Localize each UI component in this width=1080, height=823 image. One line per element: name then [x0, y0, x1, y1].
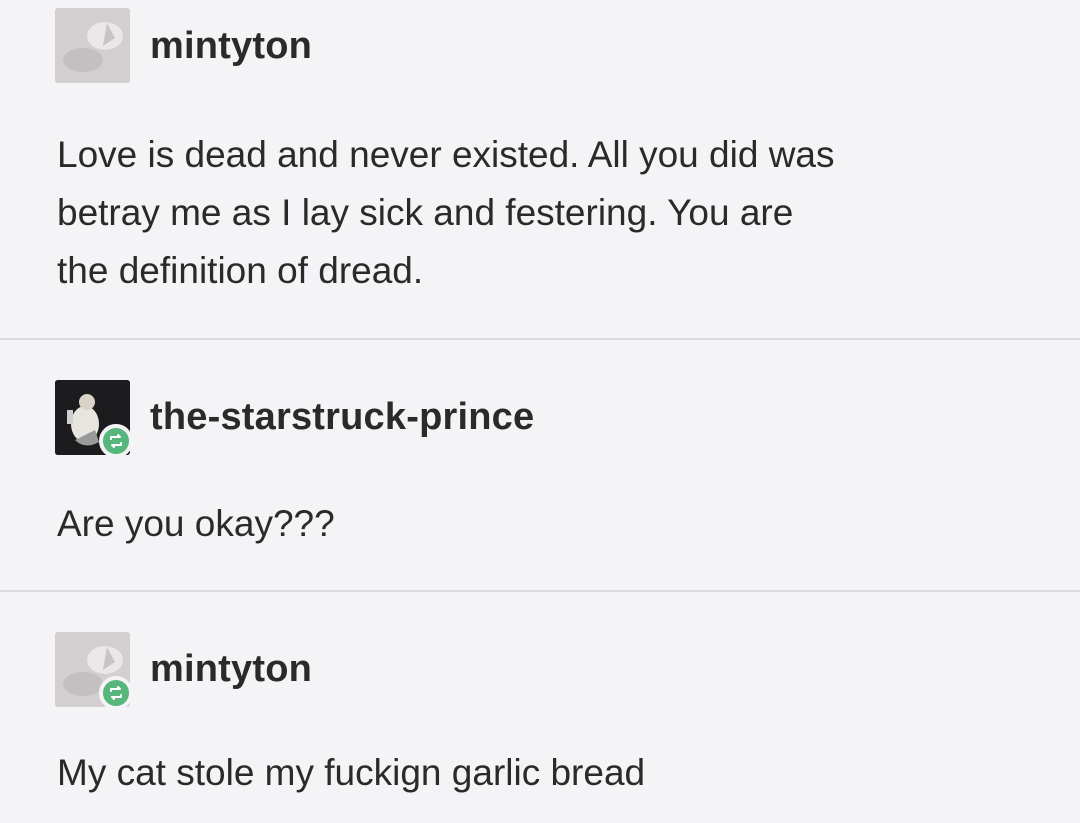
avatar-image	[55, 8, 130, 83]
reblog-badge	[99, 676, 133, 710]
username[interactable]: mintyton	[150, 25, 312, 68]
post-text-line: My cat stole my fuckign garlic bread	[57, 752, 646, 793]
post-2: the-starstruck-prince Are you okay???	[0, 340, 1080, 590]
post-1: mintyton Love is dead and never existed.…	[0, 0, 1080, 330]
post-text: My cat stole my fuckign garlic bread	[57, 744, 645, 802]
post-3: mintyton My cat stole my fuckign garlic …	[0, 592, 1080, 823]
reblog-icon	[110, 434, 122, 448]
post-text: Love is dead and never existed. All you …	[57, 126, 835, 300]
post-text: Are you okay???	[57, 495, 335, 553]
username[interactable]: mintyton	[150, 648, 312, 691]
post-text-line: the definition of dread.	[57, 250, 424, 291]
post-text-line: Are you okay???	[57, 503, 335, 544]
reblog-icon	[110, 686, 122, 700]
avatar[interactable]	[55, 8, 130, 83]
avatar[interactable]	[55, 632, 133, 710]
post-text-line: betray me as I lay sick and festering. Y…	[57, 192, 794, 233]
username[interactable]: the-starstruck-prince	[150, 396, 534, 439]
post-text-line: Love is dead and never existed. All you …	[57, 134, 835, 175]
reblog-badge	[99, 424, 133, 458]
avatar[interactable]	[55, 380, 133, 458]
